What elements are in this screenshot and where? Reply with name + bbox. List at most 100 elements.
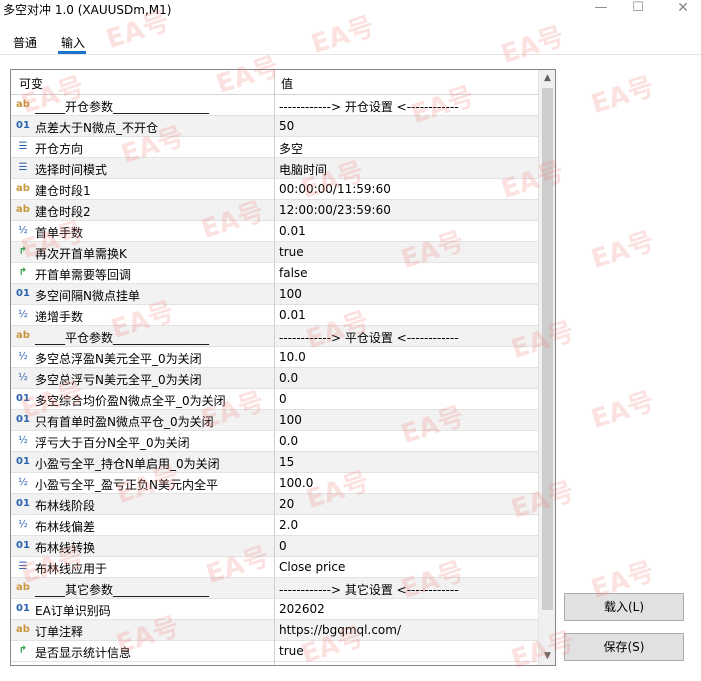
param-value[interactable]: 12:00:00/23:59:60 bbox=[279, 203, 391, 217]
integer-type-icon: 01 bbox=[16, 540, 30, 551]
param-name: 布林线应用于 bbox=[35, 562, 108, 576]
param-name: 布林线阶段 bbox=[35, 499, 96, 513]
header-variable[interactable]: 可变 bbox=[19, 75, 43, 92]
param-value[interactable]: ------------> 开仓设置 <------------ bbox=[279, 98, 459, 115]
integer-type-icon: 01 bbox=[16, 414, 30, 425]
bool-type-icon: ↱ bbox=[18, 267, 28, 278]
vertical-scrollbar[interactable]: ▲ ▼ bbox=[538, 70, 555, 665]
param-name: 布林线偏差 bbox=[35, 520, 96, 534]
double-type-icon: ½ bbox=[18, 309, 28, 320]
param-name: 订单注释 bbox=[35, 625, 84, 639]
param-name: 多空间隔N微点挂单 bbox=[35, 289, 140, 303]
param-value[interactable]: 0.0 bbox=[279, 434, 298, 448]
double-type-icon: ½ bbox=[18, 435, 28, 446]
watermark: EA号 bbox=[587, 71, 658, 121]
param-value[interactable]: ------------> 平仓设置 <------------ bbox=[279, 329, 459, 346]
scroll-down-icon[interactable]: ▼ bbox=[539, 648, 555, 665]
param-value[interactable]: 15 bbox=[279, 455, 294, 469]
column-divider[interactable] bbox=[274, 70, 275, 665]
param-name: 再次开首单需换K bbox=[35, 247, 127, 261]
param-value[interactable]: true bbox=[279, 644, 304, 658]
double-type-icon: ½ bbox=[18, 519, 28, 530]
integer-type-icon: 01 bbox=[16, 120, 30, 131]
param-name: 多空总浮盈N美元全平_0为关闭 bbox=[35, 352, 202, 366]
watermark: EA号 bbox=[587, 386, 658, 436]
param-name: 开仓方向 bbox=[35, 142, 84, 156]
enum-type-icon: ☰ bbox=[18, 141, 28, 152]
param-value[interactable]: https://bgqmql.com/ bbox=[279, 623, 401, 637]
maximize-icon[interactable]: ☐ bbox=[615, 0, 661, 20]
param-value[interactable]: ------------> 其它设置 <------------ bbox=[279, 581, 459, 598]
param-value[interactable]: 00:00:00/11:59:60 bbox=[279, 182, 391, 196]
param-name: 开首单需要等回调 bbox=[35, 268, 132, 282]
string-type-icon: ab bbox=[16, 624, 30, 635]
param-name: 建仓时段2 bbox=[35, 205, 91, 219]
scroll-up-icon[interactable]: ▲ bbox=[539, 70, 555, 87]
param-value[interactable]: 10.0 bbox=[279, 350, 306, 364]
string-type-icon: ab bbox=[16, 183, 30, 194]
param-value[interactable]: 0 bbox=[279, 539, 287, 553]
parameters-grid: 可变 值 ab _____开仓参数________________ --------… bbox=[10, 69, 556, 666]
string-type-icon: ab bbox=[16, 582, 30, 593]
param-name: 选择时间模式 bbox=[35, 163, 108, 177]
integer-type-icon: 01 bbox=[16, 288, 30, 299]
param-name: _____开仓参数________________ bbox=[35, 100, 210, 114]
param-name: 递增手数 bbox=[35, 310, 84, 324]
param-value[interactable]: 2.0 bbox=[279, 518, 298, 532]
enum-type-icon: ☰ bbox=[18, 162, 28, 173]
param-name: _____其它参数________________ bbox=[35, 583, 210, 597]
double-type-icon: ½ bbox=[18, 372, 28, 383]
param-name: 布林线转换 bbox=[35, 541, 96, 555]
param-name: 建仓时段1 bbox=[35, 184, 91, 198]
load-button[interactable]: 载入(L) bbox=[564, 593, 684, 621]
integer-type-icon: 01 bbox=[16, 603, 30, 614]
param-value[interactable]: 100.0 bbox=[279, 476, 313, 490]
param-value[interactable]: 0.0 bbox=[279, 371, 298, 385]
param-name: 首单手数 bbox=[35, 226, 84, 240]
double-type-icon: ½ bbox=[18, 477, 28, 488]
param-value[interactable]: 0 bbox=[279, 392, 287, 406]
param-name: EA订单识别码 bbox=[35, 604, 111, 618]
param-name: 多空综合均价盈N微点全平_0为关闭 bbox=[35, 394, 226, 408]
param-name: 是否显示统计信息 bbox=[35, 646, 132, 660]
double-type-icon: ½ bbox=[18, 351, 28, 362]
param-value[interactable]: 202602 bbox=[279, 602, 325, 616]
window-title: 多空对冲 1.0 (XAUUSDm,M1) bbox=[3, 3, 172, 17]
param-value[interactable]: false bbox=[279, 266, 308, 280]
watermark: EA号 bbox=[497, 21, 568, 71]
param-name: 点差大于N微点_不开仓 bbox=[35, 121, 158, 135]
param-value[interactable]: true bbox=[279, 245, 304, 259]
tab-divider bbox=[0, 54, 701, 55]
param-name: _____平仓参数________________ bbox=[35, 331, 210, 345]
param-value[interactable]: 50 bbox=[279, 119, 294, 133]
param-name: 小盈亏全平_持仓N单启用_0为关闭 bbox=[35, 457, 220, 471]
enum-type-icon: ☰ bbox=[18, 561, 28, 572]
double-type-icon: ½ bbox=[18, 225, 28, 236]
save-button[interactable]: 保存(S) bbox=[564, 633, 684, 661]
scroll-thumb[interactable] bbox=[542, 88, 553, 610]
string-type-icon: ab bbox=[16, 204, 30, 215]
string-type-icon: ab bbox=[16, 99, 30, 110]
header-value[interactable]: 值 bbox=[281, 75, 293, 92]
param-name: 小盈亏全平_盈亏正负N美元内全平 bbox=[35, 478, 218, 492]
param-value[interactable]: 多空 bbox=[279, 140, 303, 157]
param-value[interactable]: 0.01 bbox=[279, 224, 306, 238]
integer-type-icon: 01 bbox=[16, 456, 30, 467]
bool-type-icon: ↱ bbox=[18, 246, 28, 257]
integer-type-icon: 01 bbox=[16, 498, 30, 509]
tab-normal[interactable]: 普通 bbox=[13, 34, 37, 51]
string-type-icon: ab bbox=[16, 330, 30, 341]
param-value[interactable]: 电脑时间 bbox=[279, 161, 327, 178]
watermark: EA号 bbox=[587, 226, 658, 276]
param-value[interactable]: 0.01 bbox=[279, 308, 306, 322]
close-icon[interactable]: ✕ bbox=[660, 0, 701, 20]
param-value[interactable]: 100 bbox=[279, 413, 302, 427]
param-value[interactable]: Close price bbox=[279, 560, 345, 574]
param-value[interactable]: 20 bbox=[279, 497, 294, 511]
tab-input[interactable]: 输入 bbox=[61, 34, 85, 51]
param-name: 只有首单时盈N微点平仓_0为关闭 bbox=[35, 415, 214, 429]
title-bar: 多空对冲 1.0 (XAUUSDm,M1) — ☐ ✕ bbox=[0, 0, 701, 20]
param-name: 多空总浮亏N美元全平_0为关闭 bbox=[35, 373, 202, 387]
integer-type-icon: 01 bbox=[16, 393, 30, 404]
param-value[interactable]: 100 bbox=[279, 287, 302, 301]
